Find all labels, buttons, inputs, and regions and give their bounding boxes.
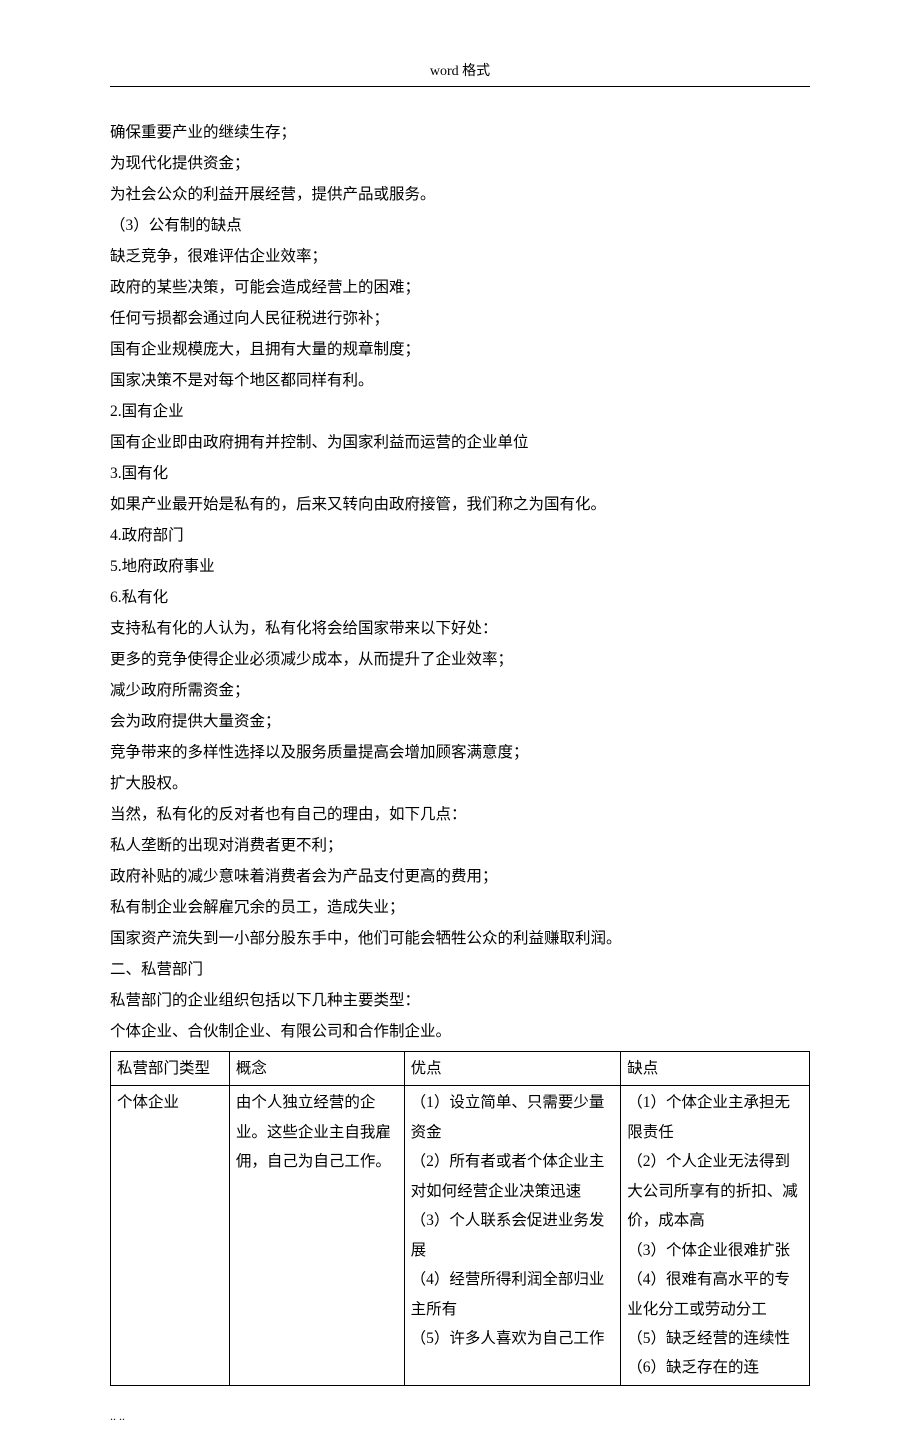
line: 扩大股权。 <box>110 768 810 799</box>
line: 3.国有化 <box>110 458 810 489</box>
line: 国家决策不是对每个地区都同样有利。 <box>110 365 810 396</box>
line: 竞争带来的多样性选择以及服务质量提高会增加顾客满意度； <box>110 737 810 768</box>
line: 国家资产流失到一小部分股东手中，他们可能会牺牲公众的利益赚取利润。 <box>110 923 810 954</box>
body-text: 确保重要产业的继续生存； 为现代化提供资金； 为社会公众的利益开展经营，提供产品… <box>110 117 810 1386</box>
line: 确保重要产业的继续生存； <box>110 117 810 148</box>
line: 会为政府提供大量资金； <box>110 706 810 737</box>
line: 4.政府部门 <box>110 520 810 551</box>
page-header: word 格式 <box>110 60 810 80</box>
th-pros: 优点 <box>404 1052 621 1086</box>
line: 二、私营部门 <box>110 954 810 985</box>
line: 政府补贴的减少意味着消费者会为产品支付更高的费用； <box>110 861 810 892</box>
line: 6.私有化 <box>110 582 810 613</box>
private-sector-table: 私营部门类型 概念 优点 缺点 个体企业 由个人独立经营的企业。这些企业主自我雇… <box>110 1051 810 1386</box>
line: 为现代化提供资金； <box>110 148 810 179</box>
header-rule <box>110 86 810 87</box>
line: 5.地府政府事业 <box>110 551 810 582</box>
line: 个体企业、合伙制企业、有限公司和合作制企业。 <box>110 1016 810 1047</box>
table-header-row: 私营部门类型 概念 优点 缺点 <box>111 1052 810 1086</box>
line: 2.国有企业 <box>110 396 810 427</box>
line: 缺乏竞争，很难评估企业效率； <box>110 241 810 272</box>
th-cons: 缺点 <box>621 1052 810 1086</box>
line: 私人垄断的出现对消费者更不利； <box>110 830 810 861</box>
line: 减少政府所需资金； <box>110 675 810 706</box>
line: 国有企业即由政府拥有并控制、为国家利益而运营的企业单位 <box>110 427 810 458</box>
th-type: 私营部门类型 <box>111 1052 230 1086</box>
line: 任何亏损都会通过向人民征税进行弥补； <box>110 303 810 334</box>
line: 如果产业最开始是私有的，后来又转向由政府接管，我们称之为国有化。 <box>110 489 810 520</box>
table-row: 个体企业 由个人独立经营的企业。这些企业主自我雇佣，自己为自己工作。 （1）设立… <box>111 1086 810 1385</box>
line: 更多的竞争使得企业必须减少成本，从而提升了企业效率； <box>110 644 810 675</box>
line: 支持私有化的人认为，私有化将会给国家带来以下好处： <box>110 613 810 644</box>
cell-pros: （1）设立简单、只需要少量资金 （2）所有者或者个体企业主对如何经营企业决策迅速… <box>404 1086 621 1385</box>
line: 国有企业规模庞大，且拥有大量的规章制度； <box>110 334 810 365</box>
line: 为社会公众的利益开展经营，提供产品或服务。 <box>110 179 810 210</box>
line: 当然，私有化的反对者也有自己的理由，如下几点： <box>110 799 810 830</box>
page-footer: .. .. <box>110 1409 125 1424</box>
cell-concept: 由个人独立经营的企业。这些企业主自我雇佣，自己为自己工作。 <box>229 1086 404 1385</box>
cell-cons: （1）个体企业主承担无限责任 （2）个人企业无法得到大公司所享有的折扣、减价，成… <box>621 1086 810 1385</box>
document-page: word 格式 确保重要产业的继续生存； 为现代化提供资金； 为社会公众的利益开… <box>0 0 920 1446</box>
line: 政府的某些决策，可能会造成经营上的困难； <box>110 272 810 303</box>
line: 私营部门的企业组织包括以下几种主要类型： <box>110 985 810 1016</box>
line: （3）公有制的缺点 <box>110 210 810 241</box>
th-concept: 概念 <box>229 1052 404 1086</box>
line: 私有制企业会解雇冗余的员工，造成失业； <box>110 892 810 923</box>
cell-type: 个体企业 <box>111 1086 230 1385</box>
